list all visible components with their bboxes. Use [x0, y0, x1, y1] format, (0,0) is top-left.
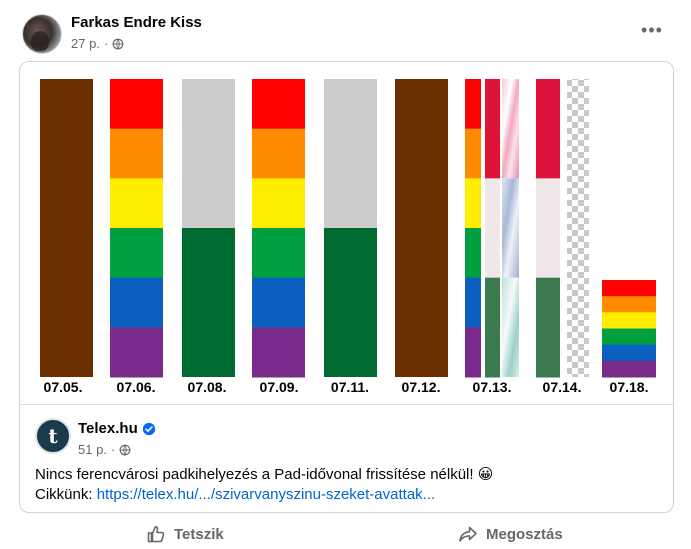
- bench-bar-green: [324, 228, 377, 377]
- post-time[interactable]: 27 p.: [71, 36, 100, 51]
- bench-timeline-graphic: [40, 79, 656, 378]
- bench-bar-rainbow-segment: [252, 79, 305, 130]
- share-button[interactable]: Megosztás: [458, 520, 563, 548]
- post-image[interactable]: 07.05. 07.06. 07.08. 07.09. 07.11. 07.12…: [20, 62, 673, 405]
- bench-bar-rainbow-segment: [252, 228, 305, 279]
- bench-bar-rainbow-segment: [110, 327, 163, 378]
- bench-bar-transparent: [567, 79, 589, 377]
- bench-bar-brown: [395, 79, 448, 377]
- bench-bar-hungarian-thin-segment: [485, 277, 500, 378]
- bench-bar-rainbow-short-segment: [602, 360, 656, 378]
- bench-bar-rainbow-thin-segment: [465, 79, 481, 130]
- bench-bar-rainbow-thin-segment: [465, 178, 481, 229]
- date-label: 07.13.: [472, 379, 512, 395]
- bench-bar-rainbow-thin-segment: [465, 327, 481, 378]
- share-label: Megosztás: [486, 525, 563, 543]
- bench-bar-marble: [502, 178, 519, 278]
- article-link[interactable]: https://telex.hu/.../szivarvanyszinu-sze…: [97, 486, 435, 503]
- bench-bar-rainbow-short-segment: [602, 344, 656, 362]
- bench-bar-rainbow-segment: [252, 178, 305, 229]
- article-line: Cikkünk: https://telex.hu/.../szivarvany…: [35, 485, 665, 505]
- more-dots-icon: •••: [641, 20, 663, 40]
- bench-bar-hungarian-segment: [536, 178, 560, 279]
- avatar[interactable]: [22, 14, 62, 54]
- telex-logo[interactable]: t: [35, 418, 71, 454]
- bench-bar-hungarian-segment: [536, 79, 560, 179]
- shared-post-time[interactable]: 51 p.: [78, 442, 107, 457]
- date-label: 07.08.: [187, 379, 227, 395]
- date-label: 07.14.: [542, 379, 582, 395]
- bench-bar-marble: [502, 277, 519, 377]
- date-label: 07.11.: [330, 379, 370, 395]
- bench-bar-hungarian-thin-segment: [485, 79, 500, 179]
- bench-bar-rainbow-short-segment: [602, 296, 656, 313]
- bench-bar-rainbow-segment: [110, 178, 163, 229]
- page-name: Telex.hu: [78, 420, 156, 437]
- bench-bar-rainbow-segment: [252, 128, 305, 179]
- bench-bar-rainbow-short-segment: [602, 280, 656, 297]
- date-label: 07.09.: [259, 379, 299, 395]
- bench-bar-rainbow-segment: [252, 277, 305, 328]
- date-label: 07.06.: [116, 379, 156, 395]
- bench-bar-rainbow-thin-segment: [465, 277, 481, 328]
- post-message: Nincs ferencvárosi padkihelyezés a Pad-i…: [35, 466, 494, 483]
- bench-bar-gray: [182, 79, 235, 228]
- bench-bar-hungarian-segment: [536, 277, 560, 378]
- bench-bar-rainbow-thin-segment: [465, 228, 481, 279]
- separator: ·: [103, 36, 109, 51]
- date-label: 07.12.: [401, 379, 441, 395]
- more-options-button[interactable]: •••: [636, 16, 668, 44]
- post-header: Farkas Endre Kiss 27 p. · •••: [0, 0, 691, 60]
- globe-icon: [119, 444, 131, 455]
- post-text: Nincs ferencvárosi padkihelyezés a Pad-i…: [35, 465, 665, 505]
- bench-bar-rainbow-segment: [110, 228, 163, 279]
- bench-bar-gray: [324, 79, 377, 228]
- bench-bar-rainbow-segment: [110, 277, 163, 328]
- shared-post-meta: 51 p. ·: [78, 442, 131, 457]
- thumbs-up-icon: [147, 526, 165, 543]
- bench-bar-rainbow-short-segment: [602, 328, 656, 346]
- bench-bar-marble: [502, 79, 519, 179]
- bench-bar-rainbow-segment: [252, 327, 305, 378]
- bench-bar-green: [182, 228, 235, 377]
- bench-bar-rainbow-thin-segment: [465, 128, 481, 179]
- bench-bar-brown: [40, 79, 93, 377]
- like-button[interactable]: Tetszik: [146, 520, 224, 548]
- verified-badge-icon: [142, 422, 155, 435]
- bench-bar-rainbow-short-segment: [602, 312, 656, 329]
- post-meta: 27 p. ·: [71, 36, 124, 51]
- author-name[interactable]: Farkas Endre Kiss: [71, 14, 202, 31]
- shared-post-card[interactable]: 07.05. 07.06. 07.08. 07.09. 07.11. 07.12…: [19, 61, 674, 513]
- bench-bar-hungarian-thin-segment: [485, 178, 500, 279]
- separator: ·: [110, 442, 116, 457]
- bench-bar-rainbow-segment: [110, 79, 163, 130]
- page-name-text[interactable]: Telex.hu: [78, 420, 138, 437]
- share-arrow-icon: [459, 526, 477, 542]
- link-prefix: Cikkünk:: [35, 486, 97, 503]
- action-bar: Tetszik Megosztás: [0, 516, 691, 549]
- date-label: 07.05.: [43, 379, 83, 395]
- like-label: Tetszik: [174, 525, 224, 543]
- globe-icon: [112, 38, 124, 49]
- bench-bar-rainbow-segment: [110, 128, 163, 179]
- original-post: t Telex.hu 51 p. · Nincs ferencvárosi pa…: [20, 405, 673, 512]
- date-label: 07.18.: [609, 379, 649, 395]
